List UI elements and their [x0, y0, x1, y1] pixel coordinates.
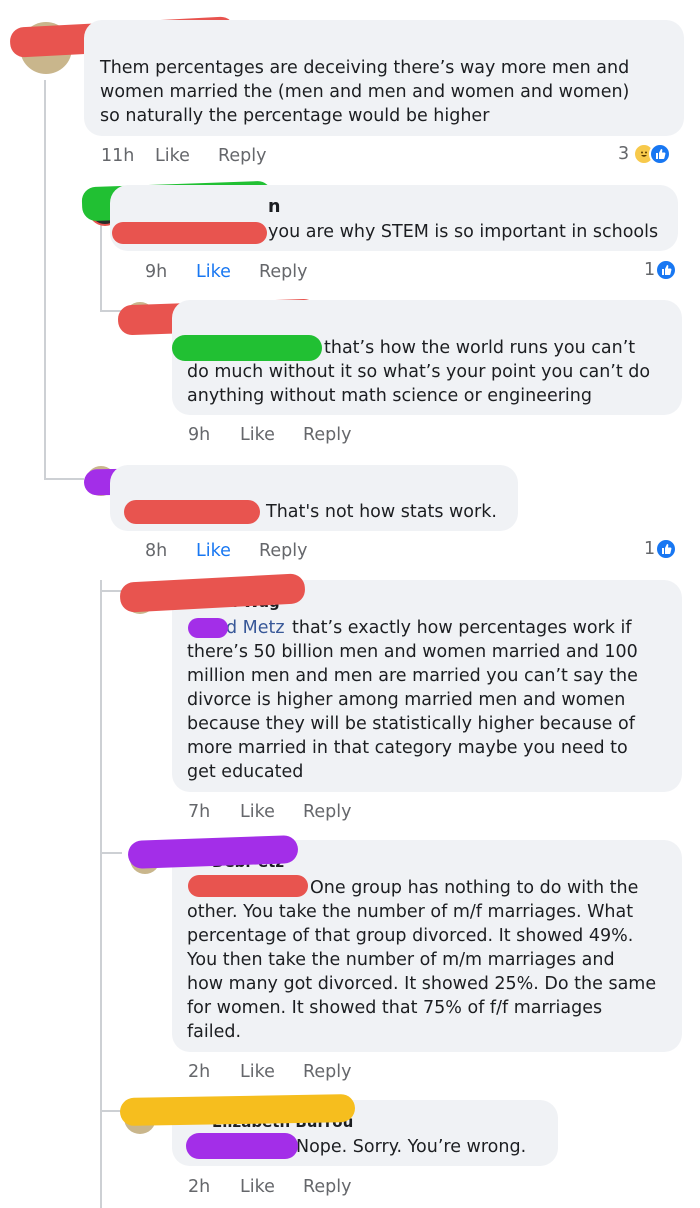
comment-bubble: Them percentages are deceiving there’s w…: [84, 20, 684, 136]
mention-fragment[interactable]: d Metz: [226, 616, 285, 640]
like-reaction-icon: [655, 538, 678, 560]
comment-author-fragment[interactable]: n: [268, 195, 280, 219]
comment-text-line: One group has nothing to do with the: [310, 878, 639, 898]
redaction-scribble: [188, 875, 308, 897]
reply-button[interactable]: Reply: [259, 541, 307, 561]
redaction-scribble: [188, 618, 228, 638]
redaction-scribble: [186, 1133, 298, 1159]
comment-text-line: do much without it so what’s your point …: [187, 362, 651, 382]
reaction-count: 1: [644, 260, 656, 280]
thread-line: [100, 220, 102, 310]
like-button[interactable]: Like: [196, 541, 231, 561]
like-button[interactable]: Like: [240, 802, 275, 822]
like-button[interactable]: Like: [155, 146, 190, 166]
comment-bubble: Debr etz One group has nothing to do wit…: [172, 840, 682, 1052]
like-button[interactable]: Like: [196, 262, 231, 282]
comment-text-line: anything without math science or enginee…: [187, 386, 592, 406]
comment-time[interactable]: 2h: [188, 1062, 210, 1082]
reply-button[interactable]: Reply: [303, 1177, 351, 1197]
comment-time[interactable]: 2h: [188, 1177, 210, 1197]
reaction-summary[interactable]: 3: [618, 143, 672, 165]
redaction-scribble: [124, 500, 260, 524]
reply-button[interactable]: Reply: [303, 802, 351, 822]
comment-text-line: You then take the number of m/m marriage…: [187, 950, 615, 970]
thread-line-curve: [100, 1110, 122, 1112]
thread-line-curve: [100, 590, 122, 592]
thread-line: [100, 580, 102, 1208]
comment-text-line: that’s how the world runs you can’t: [324, 338, 636, 358]
like-button[interactable]: Like: [240, 425, 275, 445]
comment-text-line: failed.: [187, 1022, 242, 1042]
comment-text-line: women married the (men and men and women…: [100, 82, 630, 102]
reply-button[interactable]: Reply: [218, 146, 266, 166]
reply-button[interactable]: Reply: [303, 425, 351, 445]
redaction-scribble: [172, 335, 322, 361]
comment-text-line: because they will be statistically highe…: [187, 714, 635, 734]
comment-bubble: vid Wag d Metz that’s exactly how percen…: [172, 580, 682, 792]
redaction-scribble: [112, 222, 267, 244]
reaction-count: 1: [644, 539, 656, 559]
comment-text-line: for women. It showed that 75% of f/f mar…: [187, 998, 603, 1018]
comment-time[interactable]: 9h: [145, 262, 167, 282]
thread-line-curve: [44, 478, 84, 480]
reply-button[interactable]: Reply: [303, 1062, 351, 1082]
reaction-summary[interactable]: 1: [644, 259, 678, 281]
comment-time[interactable]: 7h: [188, 802, 210, 822]
reply-button[interactable]: Reply: [259, 262, 307, 282]
comment-text-line: how many got divorced. It showed 25%. Do…: [187, 974, 657, 994]
like-button[interactable]: Like: [240, 1062, 275, 1082]
comment-text-line: divorce is higher among married men and …: [187, 690, 626, 710]
reaction-summary[interactable]: 1: [644, 538, 678, 560]
comment-text-line: Them percentages are deceiving there’s w…: [100, 58, 630, 78]
thread-line: [44, 80, 46, 480]
comment-time[interactable]: 9h: [188, 425, 210, 445]
comment-text-line: that’s exactly how percentages work if: [292, 618, 632, 638]
redaction-scribble: [127, 835, 299, 869]
comment-text-line: more married in that category maybe you …: [187, 738, 628, 758]
like-reaction-icon: [649, 143, 672, 165]
comment-text-line: so naturally the percentage would be hig…: [100, 106, 490, 126]
comment-time[interactable]: 11h: [101, 146, 134, 166]
comment-text-line: get educated: [187, 762, 304, 782]
comment-text-line: there’s 50 billion men and women married…: [187, 642, 638, 662]
comment-text-line: other. You take the number of m/f marria…: [187, 902, 634, 922]
reaction-count: 3: [618, 144, 630, 164]
like-button[interactable]: Like: [240, 1177, 275, 1197]
comment-text-line: That's not how stats work.: [266, 502, 497, 522]
comment-text-line: Nope. Sorry. You’re wrong.: [296, 1137, 527, 1157]
comment-text-line: percentage of that group divorced. It sh…: [187, 926, 634, 946]
comment-time[interactable]: 8h: [145, 541, 167, 561]
comment-text-line: million men and men are married you can’…: [187, 666, 638, 686]
thread-line-curve: [100, 852, 122, 854]
redaction-scribble: [119, 1093, 356, 1127]
comment-text-line: you are why STEM is so important in scho…: [268, 222, 659, 242]
like-reaction-icon: [655, 259, 678, 281]
